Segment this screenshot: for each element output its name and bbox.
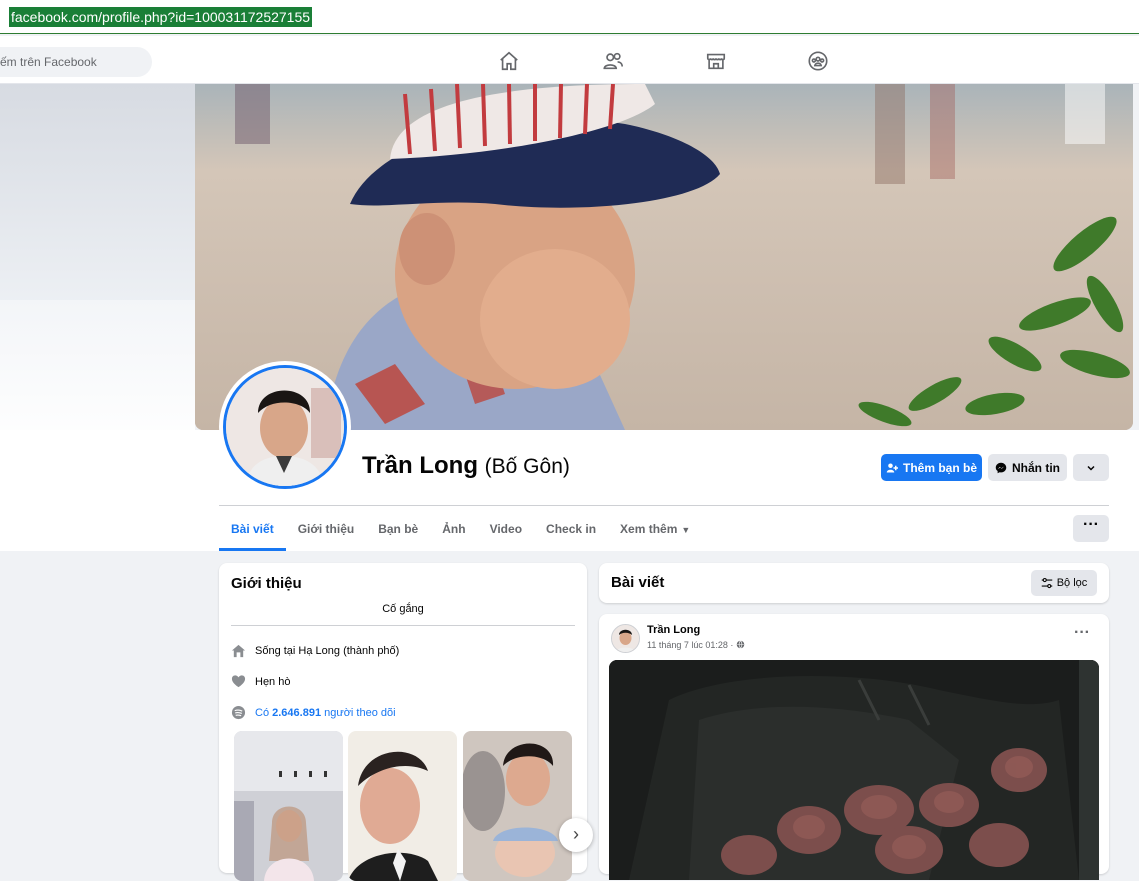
post-image[interactable] xyxy=(609,660,1099,880)
tab-photos[interactable]: Ảnh xyxy=(430,507,477,551)
groups-icon[interactable] xyxy=(807,50,829,72)
top-navigation: ếm trên Facebook xyxy=(0,36,1139,84)
profile-more-button[interactable]: ··· xyxy=(1073,515,1109,542)
intro-title: Giới thiệu xyxy=(231,575,302,592)
featured-photo-3[interactable] xyxy=(463,731,572,881)
followers-prefix: Có xyxy=(255,706,273,719)
post-timestamp[interactable]: 11 tháng 7 lúc 01:28 · xyxy=(647,640,736,650)
photos-next-button[interactable]: › xyxy=(559,818,593,852)
caret-down-icon: ▼ xyxy=(681,525,691,535)
message-label: Nhắn tin xyxy=(1012,460,1060,475)
friends-icon[interactable] xyxy=(602,50,624,72)
lives-place-link[interactable]: Hạ Long (thành phố) xyxy=(298,645,399,657)
relationship-row: Hẹn hò xyxy=(231,674,290,689)
add-friend-icon xyxy=(886,463,898,472)
post-author-name[interactable]: Trần Long xyxy=(647,624,700,636)
profile-name: Trần Long (Bố Gôn) xyxy=(362,452,570,480)
message-button[interactable]: Nhắn tin xyxy=(988,454,1067,481)
more-options-dropdown[interactable] xyxy=(1073,454,1109,481)
followers-row: Có 2.646.891 người theo dõi xyxy=(231,705,396,720)
chevron-down-icon xyxy=(1087,465,1095,471)
tab-posts[interactable]: Bài viết xyxy=(219,507,286,551)
url-text[interactable]: facebook.com/profile.php?id=100031172527… xyxy=(9,7,313,27)
cover-photo[interactable] xyxy=(195,84,1133,430)
post-meta: 11 tháng 7 lúc 01:28 · xyxy=(647,640,745,650)
post-card: Trần Long 11 tháng 7 lúc 01:28 · ··· xyxy=(599,614,1109,880)
intro-card: Giới thiệu Cố gắng Sống tại Hạ Long (thà… xyxy=(219,563,593,881)
post-author-avatar[interactable] xyxy=(611,624,640,653)
messenger-icon xyxy=(995,462,1007,473)
filter-label: Bộ lọc xyxy=(1056,577,1088,589)
tab-check-in[interactable]: Check in xyxy=(534,507,608,551)
marketplace-icon[interactable] xyxy=(705,50,727,72)
profile-name-text: Trần Long xyxy=(362,452,478,479)
lives-prefix: Sống tại xyxy=(255,644,299,657)
posts-title: Bài viết xyxy=(611,574,665,591)
featured-photo-1[interactable] xyxy=(234,731,343,881)
lives-in-row: Sống tại Hạ Long (thành phố) xyxy=(231,643,399,658)
tab-about[interactable]: Giới thiệu xyxy=(286,507,367,551)
relationship-text: Hẹn hò xyxy=(255,675,291,688)
followers-link[interactable]: Có 2.646.891 người theo dõi xyxy=(255,707,396,719)
add-friend-label: Thêm bạn bè xyxy=(902,460,977,475)
add-friend-button[interactable]: Thêm bạn bè xyxy=(881,454,982,481)
featured-photo-2[interactable] xyxy=(348,731,457,881)
followers-count: 2.646.891 xyxy=(272,706,322,719)
filter-button[interactable]: Bộ lọc xyxy=(1031,570,1097,596)
profile-alt-name: (Bố Gôn) xyxy=(484,455,570,478)
globe-icon xyxy=(736,640,745,649)
tab-see-more-label: Xem thêm xyxy=(620,522,678,536)
address-bar[interactable]: facebook.com/profile.php?id=100031172527… xyxy=(0,0,1139,34)
intro-bio: Cố gắng xyxy=(231,603,575,626)
post-options-button[interactable]: ··· xyxy=(1074,624,1090,642)
tab-video[interactable]: Video xyxy=(478,507,534,551)
tab-friends[interactable]: Bạn bè xyxy=(366,507,430,551)
followers-suffix: người theo dõi xyxy=(321,706,396,719)
header-divider xyxy=(219,505,1109,506)
filter-icon xyxy=(1041,577,1052,589)
home-icon[interactable] xyxy=(498,50,520,72)
home-icon xyxy=(231,644,246,658)
tab-see-more[interactable]: Xem thêm ▼ xyxy=(608,507,702,551)
profile-tabs: Bài viết Giới thiệu Bạn bè Ảnh Video Che… xyxy=(219,507,702,551)
search-input[interactable]: ếm trên Facebook xyxy=(0,47,152,77)
heart-icon xyxy=(231,675,246,688)
avatar[interactable] xyxy=(223,365,347,489)
lives-in-text: Sống tại Hạ Long (thành phố) xyxy=(255,645,399,657)
followers-icon xyxy=(231,705,246,720)
posts-header: Bài viết Bộ lọc xyxy=(599,563,1109,603)
